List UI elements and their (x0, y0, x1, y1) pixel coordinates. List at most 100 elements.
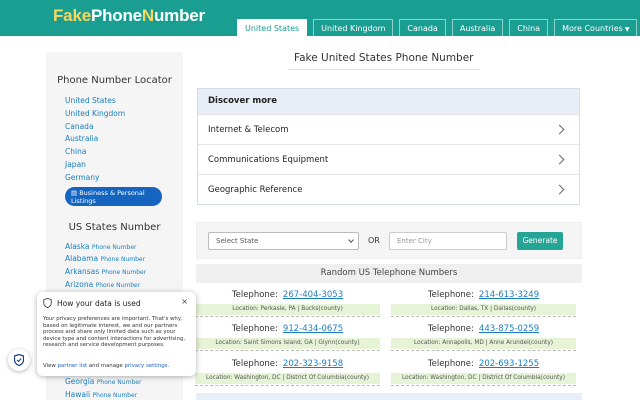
privacy-title: How your data is used (57, 299, 141, 308)
site-logo[interactable]: FakePhoneNumber (53, 6, 205, 26)
partner-list-link[interactable]: partner list (58, 363, 88, 369)
phone-location: Location: Perkasie, PA | Bucks(county) (195, 304, 380, 315)
phone-number-link[interactable]: 443-875-0259 (479, 324, 539, 334)
discover-item-label: Communications Equipment (208, 155, 329, 165)
telephone-label: Telephone: (231, 324, 278, 334)
phone-number-link[interactable]: 202-693-1255 (479, 359, 539, 369)
close-icon[interactable]: × (181, 297, 188, 306)
privacy-settings-button[interactable] (8, 349, 30, 371)
filter-bar: Select State OR Enter City Generate (196, 222, 582, 259)
state-select[interactable]: Select State (208, 232, 359, 250)
telephone-label: Telephone: (231, 290, 278, 300)
phone-location: Location: Annapolis, MD | Anne Arundel(c… (391, 338, 576, 349)
country-tabs: United States United Kingdom Canada Aust… (237, 19, 638, 36)
state-link-georgia[interactable]: Georgia Phone Number (65, 376, 141, 389)
city-input[interactable]: Enter City (389, 232, 507, 250)
privacy-body: Your privacy preferences are important. … (43, 316, 186, 349)
state-suffix: Phone Number (96, 379, 142, 386)
divider (195, 316, 380, 317)
sidebar-title: Phone Number Locator (57, 75, 172, 86)
sidebar-link-united-states[interactable]: United States (65, 95, 183, 108)
phone-number-link[interactable]: 202-323-9158 (283, 359, 343, 369)
next-panel-edge (196, 393, 582, 400)
country-list: United States United Kingdom Canada Aust… (46, 95, 183, 185)
sidebar-link-canada[interactable]: Canada (65, 121, 183, 134)
state-name: Hawaii (65, 389, 91, 399)
tab-united-states[interactable]: United States (237, 19, 308, 36)
divider (391, 350, 576, 351)
shield-check-icon (14, 354, 24, 366)
sidebar-link-china[interactable]: China (65, 146, 183, 159)
state-name: Georgia (65, 377, 95, 386)
discover-item-internet-telecom[interactable]: Internet & Telecom (198, 114, 579, 144)
sidebar-link-australia[interactable]: Australia (65, 133, 183, 146)
state-select-value: Select State (216, 237, 259, 245)
logo-phone: Phone (90, 6, 142, 25)
states-list: Alaska Phone Number Alabama Phone Number… (46, 241, 183, 292)
tab-china[interactable]: China (509, 19, 549, 36)
state-name: Arizona (65, 279, 94, 289)
phone-card: Telephone: 443-875-0259 Location: Annapol… (391, 322, 576, 358)
discover-item-label: Geographic Reference (208, 185, 303, 195)
shield-icon (43, 298, 52, 308)
sidebar-link-japan[interactable]: Japan (65, 159, 183, 172)
page: FakePhoneNumber United States United Kin… (0, 0, 640, 400)
state-link-arkansas[interactable]: Arkansas Phone Number (65, 266, 183, 279)
tab-more-countries[interactable]: More Countries ▼ (554, 19, 638, 36)
phone-card: Telephone: 214-613-3249 Location: Dallas,… (391, 288, 576, 324)
caret-down-icon: ▼ (624, 26, 630, 33)
or-label: OR (368, 236, 380, 245)
privacy-popup: How your data is used × Your privacy pre… (37, 292, 196, 376)
footer-text: View (43, 363, 58, 369)
state-link-hawaii[interactable]: Hawaii Phone Number (65, 389, 141, 400)
state-link-alaska[interactable]: Alaska Phone Number (65, 241, 183, 254)
phone-location: Location: Washington, DC | District Of C… (391, 373, 576, 384)
logo-umber: umber (153, 6, 205, 25)
discover-item-communications-equipment[interactable]: Communications Equipment (198, 144, 579, 174)
states-list-bottom: Georgia Phone Number Hawaii Phone Number (46, 376, 141, 400)
tab-canada[interactable]: Canada (399, 19, 446, 36)
tab-united-kingdom[interactable]: United Kingdom (313, 19, 394, 36)
phone-location: Location: Washington, DC | District Of C… (195, 373, 380, 384)
tab-australia[interactable]: Australia (451, 19, 504, 36)
chevron-down-icon (348, 237, 354, 243)
pill-line1: Business & Personal (79, 188, 145, 197)
state-name: Alaska (65, 241, 90, 251)
site-header: FakePhoneNumber United States United Kin… (0, 0, 640, 36)
listing-icon: ▤ (71, 188, 80, 197)
business-listings-button[interactable]: ▤ Business & Personal Listings (65, 186, 162, 206)
discover-item-label: Internet & Telecom (208, 125, 289, 135)
sidebar-link-united-kingdom[interactable]: United Kingdom (65, 108, 183, 121)
privacy-settings-link[interactable]: privacy settings (124, 363, 167, 369)
state-suffix: Phone Number (95, 281, 141, 289)
state-link-alabama[interactable]: Alabama Phone Number (65, 253, 183, 266)
telephone-label: Telephone: (427, 359, 474, 369)
discover-more-panel: Discover more Internet & Telecom Communi… (197, 88, 580, 205)
sidebar-link-germany[interactable]: Germany (65, 172, 183, 185)
telephone-label: Telephone: (231, 359, 278, 369)
logo-n: N (141, 6, 154, 25)
chevron-right-icon (554, 124, 565, 135)
page-title: Fake United States Phone Number (288, 52, 480, 70)
phone-number-link[interactable]: 267-404-3053 (283, 290, 343, 300)
divider (195, 350, 380, 351)
state-suffix: Phone Number (100, 256, 146, 264)
phone-number-link[interactable]: 214-613-3249 (479, 290, 539, 300)
divider (391, 316, 576, 317)
phone-card: Telephone: 202-323-9158 Location: Washing… (195, 357, 380, 393)
state-suffix: Phone Number (91, 243, 137, 251)
state-link-arizona[interactable]: Arizona Phone Number (65, 279, 183, 292)
state-suffix: Phone Number (92, 391, 138, 399)
discover-heading: Discover more (198, 89, 579, 114)
footer-text: . (167, 363, 170, 369)
chevron-right-icon (554, 184, 565, 195)
divider (195, 385, 380, 386)
generate-button[interactable]: Generate (517, 232, 563, 250)
phone-card: Telephone: 912-434-0675 Location: Saint S… (195, 322, 380, 358)
phone-number-link[interactable]: 912-434-0675 (283, 324, 343, 334)
phone-location: Location: Saint Simons Island, GA | Glyn… (195, 338, 380, 349)
state-suffix: Phone Number (101, 269, 147, 277)
pill-line2: Listings (71, 196, 96, 205)
telephone-label: Telephone: (427, 324, 474, 334)
discover-item-geographic-reference[interactable]: Geographic Reference (198, 174, 579, 204)
